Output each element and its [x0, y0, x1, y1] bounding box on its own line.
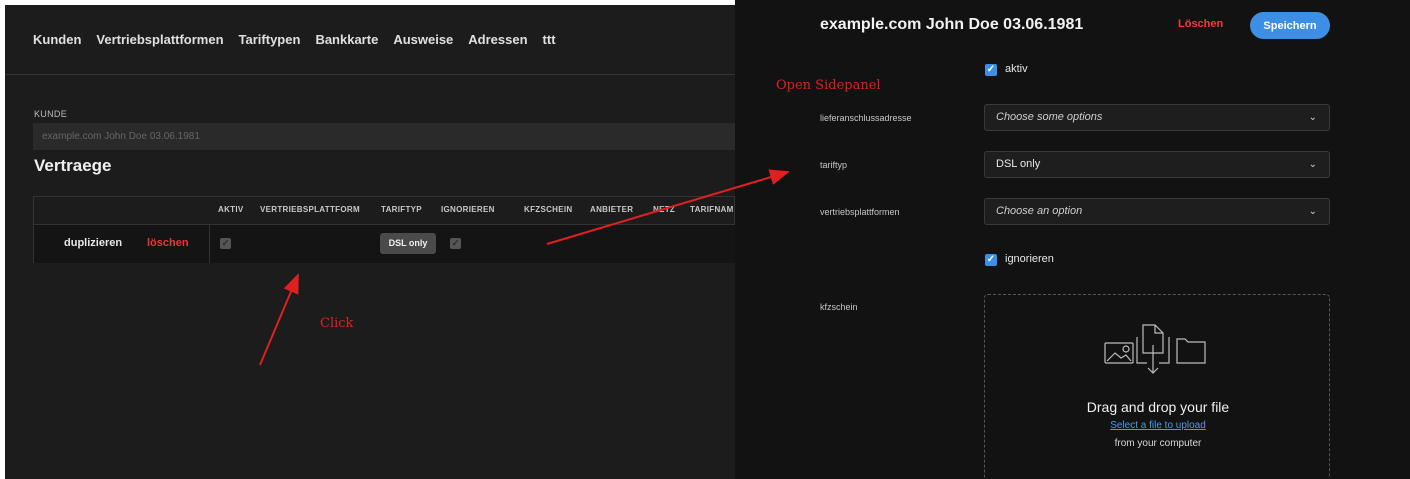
vertriebsplattformen-select[interactable]: Choose an option ⌄ [984, 198, 1330, 225]
file-upload-icon [1104, 324, 1206, 374]
column-header-netz[interactable]: NETZ [653, 205, 675, 214]
column-header-tarifname[interactable]: TARIFNAM [690, 205, 734, 214]
chevron-down-icon: ⌄ [1308, 159, 1317, 170]
vertraege-table: AKTIV VERTRIEBSPLATTFORM TARIFTYP IGNORI… [33, 196, 735, 263]
annotation-open-sidepanel: Open Sidepanel [776, 78, 881, 93]
nav-item-bankkarte[interactable]: Bankkarte [315, 32, 378, 47]
column-header-anbieter[interactable]: ANBIETER [590, 205, 633, 214]
aktiv-checkbox[interactable]: ✓ [985, 64, 997, 76]
vertriebsplattformen-label: vertriebsplattformen [820, 207, 900, 217]
column-header-vertriebsplattform[interactable]: VERTRIEBSPLATTFORM [260, 205, 360, 214]
kunde-input[interactable] [33, 123, 735, 150]
delete-button[interactable]: Löschen [1178, 18, 1223, 30]
dropzone-subtitle: from your computer [1114, 438, 1202, 449]
column-header-kfzschein[interactable]: KFZSCHEIN [524, 205, 572, 214]
table-row[interactable]: duplizieren löschen ✓ DSL only ✓ [34, 225, 735, 263]
ignorieren-checkbox[interactable]: ✓ [985, 254, 997, 266]
tariftyp-value: DSL only [996, 158, 1041, 170]
nav-item-adressen[interactable]: Adressen [468, 32, 527, 47]
file-dropzone[interactable]: Drag and drop your file Select a file to… [984, 294, 1330, 479]
lieferanschlussadresse-label: lieferanschlussadresse [820, 113, 912, 123]
kfzschein-label: kfzschein [820, 302, 858, 312]
duplicate-button[interactable]: duplizieren [64, 237, 122, 249]
table-header: AKTIV VERTRIEBSPLATTFORM TARIFTYP IGNORI… [34, 197, 735, 225]
row-actions: duplizieren löschen [34, 225, 210, 263]
nav-item-kunden[interactable]: Kunden [33, 32, 81, 47]
tariftyp-badge: DSL only [380, 233, 436, 254]
nav-item-vertriebsplattformen[interactable]: Vertriebsplattformen [96, 32, 223, 47]
tariftyp-select[interactable]: DSL only ⌄ [984, 151, 1330, 178]
section-title-vertraege: Vertraege [34, 156, 112, 175]
save-button[interactable]: Speichern [1250, 12, 1330, 39]
annotation-click: Click [320, 316, 354, 331]
nav-item-tariftypen[interactable]: Tariftypen [239, 32, 301, 47]
side-panel: example.com John Doe 03.06.1981 Löschen … [735, 0, 1410, 479]
ignorieren-label: ignorieren [1005, 253, 1054, 265]
chevron-down-icon: ⌄ [1308, 112, 1317, 123]
lieferanschlussadresse-value: Choose some options [996, 111, 1103, 123]
ignorieren-checkbox-disabled: ✓ [450, 238, 461, 249]
nav-item-ausweise[interactable]: Ausweise [393, 32, 453, 47]
select-file-link[interactable]: Select a file to upload [985, 420, 1331, 431]
column-header-aktiv[interactable]: AKTIV [218, 205, 244, 214]
aktiv-checkbox-disabled: ✓ [220, 238, 231, 249]
top-nav: Kunden Vertriebsplattformen Tariftypen B… [5, 5, 735, 75]
column-header-tariftyp[interactable]: TARIFTYP [381, 205, 422, 214]
vertriebsplattformen-value: Choose an option [996, 205, 1083, 217]
delete-row-button[interactable]: löschen [147, 237, 189, 249]
chevron-down-icon: ⌄ [1308, 206, 1317, 217]
tariftyp-label: tariftyp [820, 160, 848, 170]
dropzone-title: Drag and drop your file [1086, 399, 1230, 415]
column-header-ignorieren[interactable]: IGNORIEREN [441, 205, 495, 214]
aktiv-label: aktiv [1005, 63, 1028, 75]
kunde-label: KUNDE [34, 109, 68, 119]
lieferanschlussadresse-select[interactable]: Choose some options ⌄ [984, 104, 1330, 131]
panel-title: example.com John Doe 03.06.1981 [820, 16, 1084, 33]
main-app: Kunden Vertriebsplattformen Tariftypen B… [5, 5, 735, 479]
nav-item-ttt[interactable]: ttt [543, 32, 556, 47]
